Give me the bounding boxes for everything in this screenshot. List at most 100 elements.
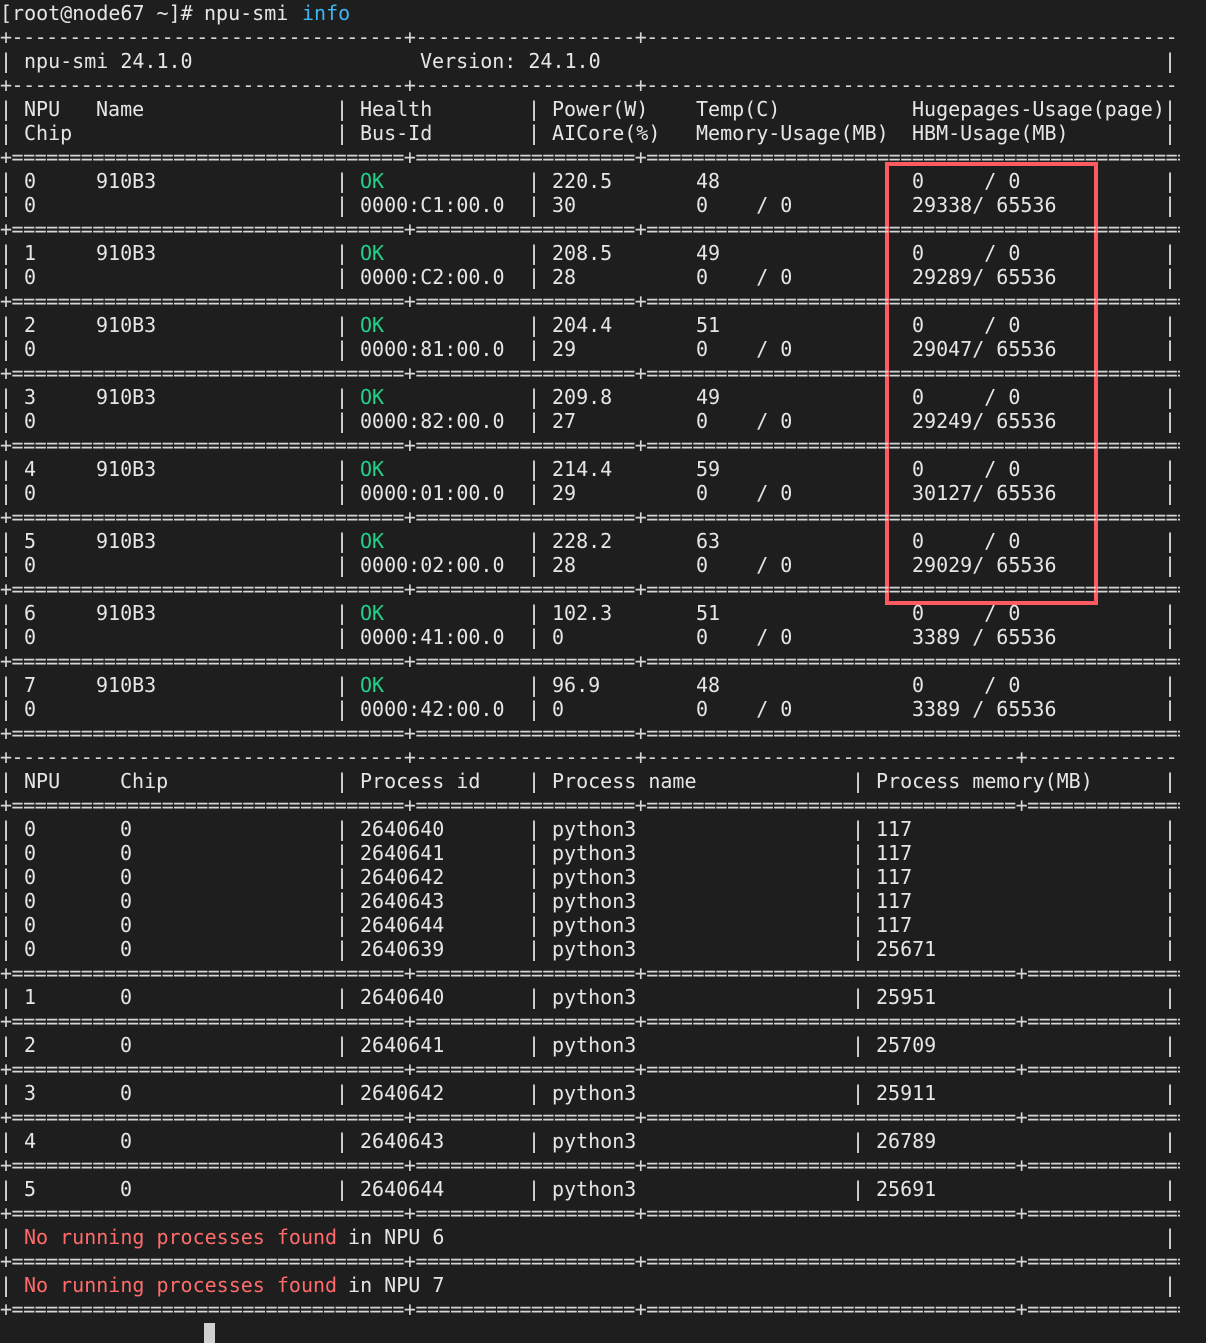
no-process-message: No running processes found: [24, 1225, 338, 1249]
column-divider: |: [528, 601, 541, 625]
device-row-npu-4: | | | | 4 910B3 OK 214.4 59 0 / 0: [0, 457, 1180, 481]
column-divider: |: [336, 97, 349, 121]
column-divider: |: [528, 97, 541, 121]
column-divider: |: [852, 817, 865, 841]
process-id: 2640642: [360, 1081, 445, 1105]
process-header-row: | | | | | NPU Chip Process id Process name Proces…: [0, 769, 1180, 793]
column-header: Hugepages-Usage(page): [912, 97, 1165, 121]
power-watts: 214.4: [552, 457, 613, 481]
npu-id: 0: [24, 817, 37, 841]
temperature: 49: [696, 241, 721, 265]
version-label: Version: 24.1.0: [420, 49, 601, 73]
process-id: 2640639: [360, 937, 445, 961]
column-divider: |: [528, 1129, 541, 1153]
aicore-percent: 29: [552, 481, 577, 505]
process-name: python3: [552, 889, 637, 913]
process-id: 2640640: [360, 985, 445, 1009]
column-divider: |: [0, 1033, 13, 1057]
column-divider: |: [336, 529, 349, 553]
bus-id: 0000:01:00.0: [360, 481, 505, 505]
column-divider: |: [528, 769, 541, 793]
bus-id: 0000:42:00.0: [360, 697, 505, 721]
column-divider: |: [336, 889, 349, 913]
process-name: python3: [552, 1129, 637, 1153]
column-header: Health: [360, 97, 433, 121]
npu-id: 0: [24, 937, 37, 961]
column-divider: |: [0, 697, 13, 721]
column-divider: |: [852, 1129, 865, 1153]
column-divider: |: [336, 313, 349, 337]
health-status: OK: [360, 313, 385, 337]
column-divider: |: [852, 1033, 865, 1057]
aicore-percent: 28: [552, 265, 577, 289]
column-divider: |: [336, 481, 349, 505]
chip-id: 0: [24, 697, 37, 721]
device-row-chip-7: | | | | 0 0000:42:00.0 0 0 / 0 3389 / 65536: [0, 697, 1180, 721]
temperature: 51: [696, 601, 721, 625]
column-divider: |: [0, 481, 13, 505]
column-header: Temp(C): [696, 97, 781, 121]
column-divider: |: [336, 1177, 349, 1201]
tool-version: npu-smi 24.1.0: [24, 49, 193, 73]
column-divider: |: [528, 1081, 541, 1105]
process-name: python3: [552, 865, 637, 889]
memory-usage: 0 / 0: [696, 409, 793, 433]
column-divider: |: [1164, 385, 1177, 409]
column-divider: |: [0, 553, 13, 577]
column-divider: |: [0, 1273, 13, 1297]
chip-id: 0: [120, 1081, 133, 1105]
shell-prompt-line: [root@node67 ~]# npu-smi info: [0, 1, 350, 25]
process-row: | | | | | 0 0 2640642 python3 117: [0, 865, 1180, 889]
chip-id: 0: [24, 553, 37, 577]
chip-id: 0: [120, 817, 133, 841]
process-row: | | | | | 1 0 2640640 python3 25951: [0, 985, 1180, 1009]
process-row: | | | | | 0 0 2640644 python3 117: [0, 913, 1180, 937]
chip-id: 0: [120, 1033, 133, 1057]
table-separator: +==================================+====…: [0, 505, 1180, 529]
hbm-usage: 29338/ 65536: [912, 193, 1057, 217]
device-row-npu-6: | | | | 6 910B3 OK 102.3 51 0 / 0: [0, 601, 1180, 625]
column-header: Chip: [24, 121, 73, 145]
column-divider: |: [852, 841, 865, 865]
chip-id: 0: [120, 913, 133, 937]
power-watts: 204.4: [552, 313, 613, 337]
npu-id: 2: [24, 1033, 37, 1057]
npu-id: 5: [24, 1177, 37, 1201]
npu-id: 0: [24, 889, 37, 913]
bus-id: 0000:C2:00.0: [360, 265, 505, 289]
column-divider: |: [1164, 673, 1177, 697]
column-divider: |: [1164, 625, 1177, 649]
process-name: python3: [552, 1177, 637, 1201]
column-divider: |: [336, 841, 349, 865]
column-divider: |: [528, 1033, 541, 1057]
device-row-npu-7: | | | | 7 910B3 OK 96.9 48 0 / 0: [0, 673, 1180, 697]
terminal-window[interactable]: [root@node67 ~]# npu-smi info +---------…: [0, 0, 1206, 1343]
column-divider: |: [1164, 769, 1177, 793]
process-row: | | | | | 4 0 2640643 python3 26789: [0, 1129, 1180, 1153]
power-watts: 228.2: [552, 529, 613, 553]
npu-id: 1: [24, 241, 37, 265]
column-divider: |: [1164, 481, 1177, 505]
chip-id: 0: [120, 1177, 133, 1201]
hugepages-usage: 0 / 0: [912, 385, 1021, 409]
column-header: Name: [96, 97, 145, 121]
table-separator: +==================================+====…: [0, 433, 1180, 457]
device-header-row-1: | | | | NPU Name Health Power(W) Temp(C) Hugepage…: [0, 97, 1180, 121]
device-row-chip-1: | | | | 0 0000:C2:00.0 28 0 / 0 29289/ 65536: [0, 265, 1180, 289]
no-process-npu: in NPU 7: [336, 1273, 445, 1297]
column-header: Memory-Usage(MB): [696, 121, 889, 145]
column-divider: |: [528, 985, 541, 1009]
temperature: 63: [696, 529, 721, 553]
column-divider: |: [336, 457, 349, 481]
aicore-percent: 0: [552, 625, 565, 649]
column-divider: |: [0, 409, 13, 433]
column-divider: |: [1164, 193, 1177, 217]
chip-id: 0: [120, 1129, 133, 1153]
process-memory: 117: [876, 913, 913, 937]
column-header: NPU: [24, 97, 61, 121]
column-divider: |: [0, 1225, 13, 1249]
column-divider: |: [0, 337, 13, 361]
table-separator: +==================================+====…: [0, 577, 1180, 601]
npu-name: 910B3: [96, 241, 157, 265]
aicore-percent: 27: [552, 409, 577, 433]
